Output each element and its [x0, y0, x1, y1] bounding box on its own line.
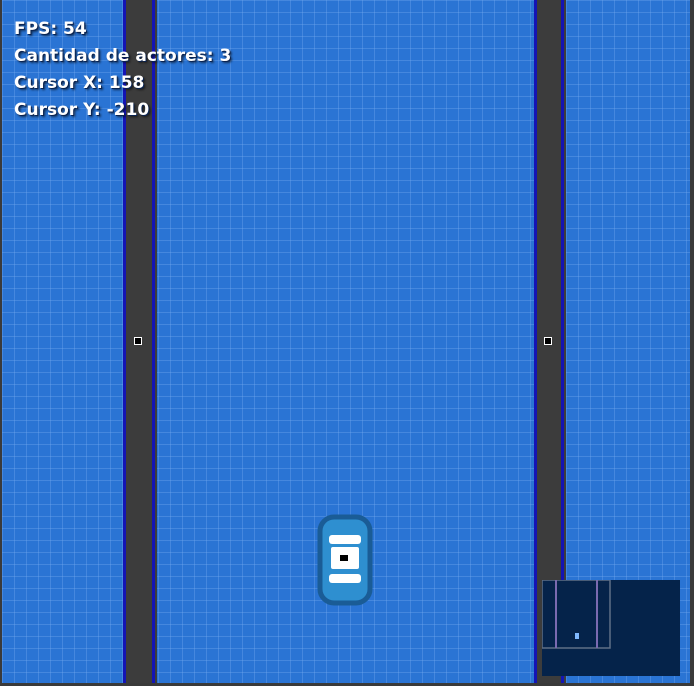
right-wall-edge-outer: [534, 0, 537, 683]
actor-count-value: 3: [219, 46, 232, 66]
cursor-y-value: -210: [106, 100, 150, 120]
fps-readout: FPS: 54: [14, 19, 87, 39]
car-rear-window: [329, 574, 361, 583]
actor-count-readout: Cantidad de actores: 3: [14, 46, 232, 66]
cursor-y-readout: Cursor Y: -210: [14, 100, 150, 120]
player-car-sprite: [317, 514, 373, 606]
game-viewport[interactable]: FPS: 54 Cantidad de actores: 3 Cursor X:…: [2, 0, 690, 683]
left-wall-marker: [134, 337, 142, 345]
fps-value: 54: [63, 19, 87, 39]
cursor-x-readout: Cursor X: 158: [14, 73, 145, 93]
car-center-marker: [340, 555, 348, 561]
cursor-x-value: 158: [108, 73, 145, 93]
debug-hud: FPS: 54 Cantidad de actores: 3 Cursor X:…: [14, 16, 231, 124]
right-wall-marker: [544, 337, 552, 345]
minimap: [542, 580, 680, 676]
minimap-player-dot: [575, 633, 579, 639]
car-windshield: [329, 535, 361, 544]
